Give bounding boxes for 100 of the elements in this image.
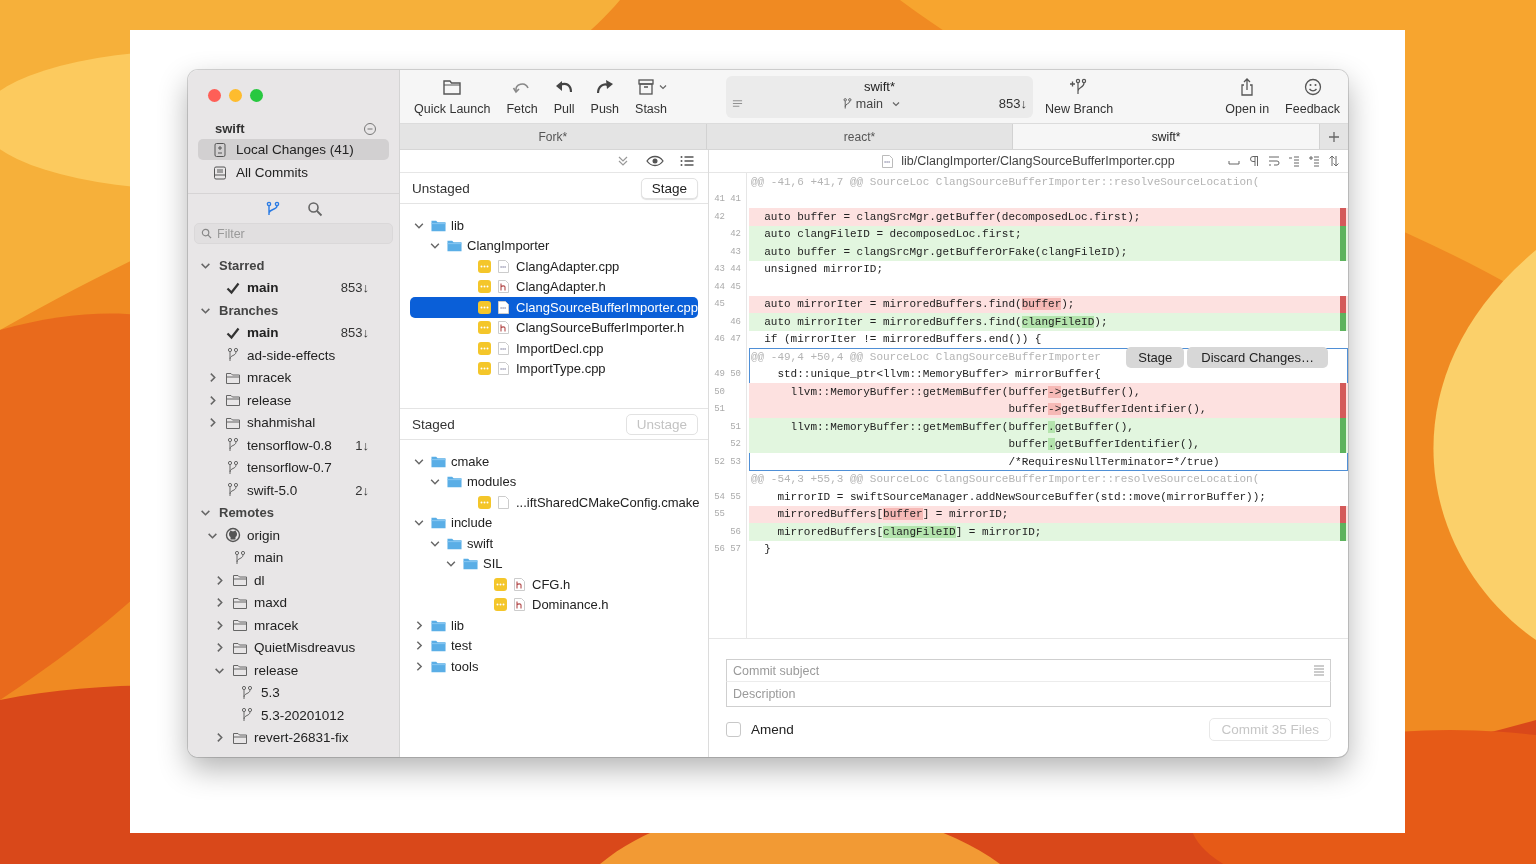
stage-button[interactable]: Stage: [640, 177, 698, 199]
folder-name[interactable]: mracek: [254, 617, 299, 633]
folder-name[interactable]: QuietMisdreavus: [254, 640, 356, 656]
line-number: 54: [714, 491, 725, 502]
folder-name[interactable]: ClangImporter: [467, 238, 550, 254]
file-item[interactable]: ImportDecl.cpp: [410, 338, 698, 359]
line-number: 51: [730, 421, 741, 432]
nav-item[interactable]: All Commits: [198, 162, 389, 183]
code-line: buffer.getBufferIdentifier(),: [1007, 438, 1201, 451]
description-field[interactable]: Description: [726, 682, 1331, 707]
folder-name[interactable]: release: [247, 392, 292, 408]
hunk-header: @@ -49,4 +50,4 @@ SourceLoc ClangSourceBufferImporter: [750, 350, 1101, 363]
pull-button[interactable]: Pull: [545, 70, 583, 123]
line-number: 55: [730, 491, 741, 502]
code-line: /*RequiresNullTerminator=*/true): [1007, 455, 1221, 468]
folder-name[interactable]: cmake: [451, 453, 490, 469]
section-title: Unstaged: [412, 180, 470, 196]
code-line: }: [763, 543, 772, 556]
repository-selector[interactable]: swift* main 853↓: [726, 76, 1033, 118]
hunk-header: @@ -54,3 +55,3 @@ SourceLoc ClangSourceBufferImporter::resolveSourceLocation(: [750, 473, 1260, 486]
file-item[interactable]: ClangSourceBufferImporter.cpp: [410, 297, 698, 318]
folder-name[interactable]: test: [451, 638, 472, 654]
file-item[interactable]: ClangAdapter.cpp: [410, 256, 698, 277]
behind-count: 2↓: [355, 482, 369, 498]
code-line: auto mirrorIter = mirroredBuffers.find(clangFileID);: [763, 315, 1109, 328]
folder-name[interactable]: SIL: [483, 556, 503, 572]
repository-title: swift*: [863, 79, 896, 94]
code-line: buffer->getBufferIdentifier(),: [1007, 403, 1208, 416]
folder-name[interactable]: swift: [467, 535, 493, 551]
section-header[interactable]: Remotes: [219, 505, 274, 521]
line-number: 53: [730, 456, 741, 467]
folder-name[interactable]: maxd: [254, 595, 287, 611]
tab[interactable]: swift*: [1013, 124, 1320, 149]
file-item[interactable]: ...iftSharedCMakeConfig.cmake: [410, 492, 698, 513]
behind-count: 853↓: [998, 96, 1027, 111]
branch-name[interactable]: swift-5.0: [247, 482, 298, 498]
feedback-button[interactable]: Feedback: [1277, 70, 1348, 123]
commit-subject-field[interactable]: Commit subject: [726, 659, 1331, 682]
file-item[interactable]: ImportType.cpp: [410, 358, 698, 379]
code-line: llvm::MemoryBuffer::getMemBuffer(buffer.getBuffer(),: [789, 420, 1135, 433]
remote-name[interactable]: origin: [247, 527, 281, 543]
branch-name[interactable]: main: [254, 550, 284, 566]
code-line: auto mirrorIter = mirroredBuffers.find(buffer);: [763, 298, 1076, 311]
line-number: 55: [714, 509, 725, 520]
line-number: 44: [730, 264, 741, 275]
folder-name[interactable]: modules: [467, 474, 517, 490]
fetch-button[interactable]: Fetch: [498, 70, 546, 123]
section-header[interactable]: Branches: [219, 302, 279, 318]
folder-name[interactable]: dl: [254, 572, 265, 588]
line-number: 46: [730, 316, 741, 327]
line-number: 43: [714, 264, 725, 275]
code-line: if (mirrorIter != mirroredBuffers.end()) {: [763, 333, 1043, 346]
stage-hunk-button[interactable]: Stage: [1126, 347, 1185, 368]
line-number: 50: [714, 386, 725, 397]
amend-label: Amend: [751, 722, 794, 737]
branch-name[interactable]: tensorflow-0.8: [247, 437, 332, 453]
line-number: 52: [714, 456, 725, 467]
branch-name: main: [855, 96, 883, 111]
tab[interactable]: Fork*: [400, 124, 707, 149]
quick-launch-button[interactable]: Quick Launch: [406, 70, 499, 123]
line-number: 49: [714, 369, 725, 380]
folder-name[interactable]: include: [451, 515, 493, 531]
line-number: 56: [714, 544, 725, 555]
folder-name[interactable]: mracek: [247, 370, 292, 386]
folder-name[interactable]: release: [254, 662, 299, 678]
code-line: mirroredBuffers[buffer] = mirrorID;: [776, 508, 1010, 521]
push-button[interactable]: Push: [582, 70, 628, 123]
file-item[interactable]: Dominance.h: [410, 594, 698, 615]
folder-name[interactable]: tools: [451, 658, 479, 674]
filter-field[interactable]: Filter: [194, 223, 393, 244]
open-in-button[interactable]: Open in: [1217, 70, 1278, 123]
folder-name[interactable]: shahmishal: [247, 415, 316, 431]
branch-name[interactable]: 5.3: [261, 685, 280, 701]
hunk-header: @@ -41,6 +41,7 @@ SourceLoc ClangSourceBufferImporter::resolveSourceLocation(: [750, 175, 1260, 188]
line-number: 51: [714, 404, 725, 415]
nav-item[interactable]: Local Changes (41): [198, 139, 389, 160]
section-header[interactable]: Starred: [219, 257, 265, 273]
line-number: 45: [714, 299, 725, 310]
file-item[interactable]: ClangAdapter.h: [410, 276, 698, 297]
discard-changes-button[interactable]: Discard Changes…: [1187, 347, 1328, 368]
line-number: 41: [714, 194, 725, 205]
file-item[interactable]: CFG.h: [410, 574, 698, 595]
folder-name[interactable]: lib: [451, 217, 464, 233]
section-title: Staged: [412, 416, 455, 432]
stash-button[interactable]: Stash: [627, 70, 675, 123]
file-item[interactable]: ClangSourceBufferImporter.h: [410, 317, 698, 338]
behind-count: 853↓: [340, 325, 369, 341]
branch-name[interactable]: tensorflow-0.7: [247, 460, 332, 476]
line-number: 57: [730, 544, 741, 555]
branch-name[interactable]: 5.3-20201012: [261, 707, 345, 723]
folder-name[interactable]: revert-26831-fix: [254, 730, 349, 746]
code-line: auto clangFileID = decomposedLoc.first;: [763, 228, 1023, 241]
line-number: 41: [730, 194, 741, 205]
code-line: std::unique_ptr<llvm::MemoryBuffer> mirrorBuffer{: [776, 368, 1102, 381]
folder-name[interactable]: lib: [451, 617, 464, 633]
branch-name[interactable]: ad-side-effects: [247, 347, 336, 363]
branch-name[interactable]: main: [247, 280, 279, 296]
branch-name[interactable]: main: [247, 325, 279, 341]
new-branch-button[interactable]: New Branch: [1033, 70, 1126, 123]
line-number: 46: [714, 334, 725, 345]
